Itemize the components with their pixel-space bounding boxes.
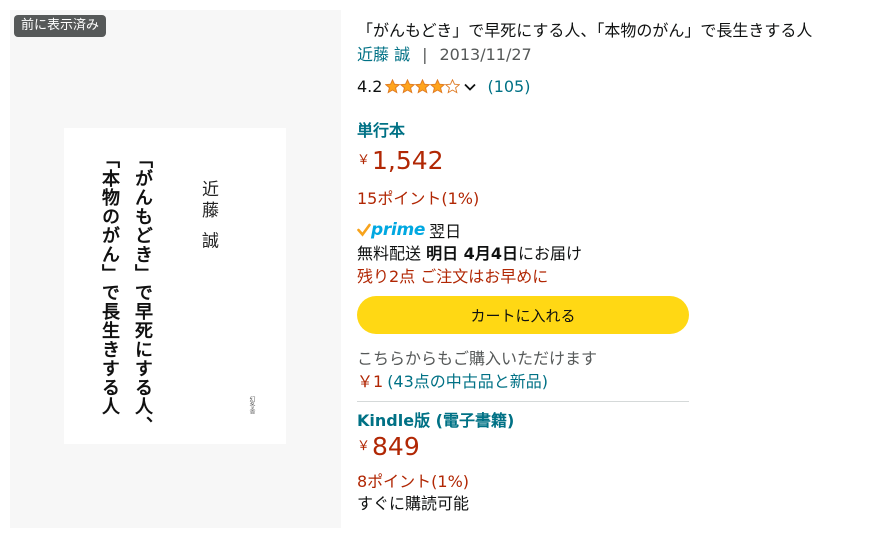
- kindle-availability: すぐに購読可能: [357, 494, 470, 513]
- format-kindle-link[interactable]: Kindle版 (電子書籍): [357, 407, 514, 431]
- star-icon: [430, 79, 446, 94]
- currency-symbol: ￥: [357, 153, 371, 168]
- author-link[interactable]: 近藤 誠: [357, 45, 410, 64]
- star-icon: [400, 79, 416, 94]
- byline: 近藤 誠 | 2013/11/27: [357, 41, 532, 65]
- star-icon: [415, 79, 431, 94]
- star-rating[interactable]: [385, 79, 461, 94]
- other-offers-label: こちらからもご購入いただけます: [357, 349, 598, 368]
- divider: [357, 401, 689, 402]
- kindle-price[interactable]: ￥849: [357, 432, 420, 461]
- cover-publisher: 幻冬舎: [248, 396, 255, 414]
- add-to-cart-button[interactable]: カートに入れる: [357, 296, 689, 334]
- delivery-info: 無料配送 明日 4月4日にお届け: [357, 240, 582, 264]
- publish-date: 2013/11/27: [439, 45, 532, 64]
- prime-delivery-day: 翌日: [429, 222, 462, 241]
- delivery-date: 明日 4月4日: [426, 244, 518, 263]
- prime-label: prime: [371, 220, 426, 240]
- rating-row: 4.2 (105): [357, 77, 530, 96]
- byline-separator: |: [422, 45, 428, 64]
- currency-symbol: ￥: [357, 439, 371, 454]
- viewed-badge: 前に表示済み: [14, 15, 107, 37]
- kindle-points: 8ポイント(1%): [357, 472, 470, 491]
- other-offers-link[interactable]: (43点の中古品と新品): [387, 372, 548, 391]
- prime-row: prime 翌日: [357, 218, 461, 242]
- product-title[interactable]: 「がんもどき」で早死にする人、「本物のがん」で長生きする人: [357, 17, 812, 41]
- review-count-link[interactable]: (105): [487, 77, 530, 96]
- paperback-price[interactable]: ￥1,542: [357, 146, 444, 175]
- cover-title-line-2: 「本物のがん」で長生きする人: [99, 150, 120, 416]
- price-value: 1,542: [372, 146, 444, 175]
- paperback-points: 15ポイント(1%): [357, 189, 480, 208]
- rating-value: 4.2: [357, 77, 383, 96]
- star-icon: [445, 79, 461, 94]
- other-offers-price: ￥1: [357, 372, 384, 391]
- cover-author: 近藤 誠: [198, 180, 218, 253]
- star-icon: [385, 79, 401, 94]
- delivery-prefix: 無料配送: [357, 244, 422, 263]
- chevron-down-icon[interactable]: [463, 80, 477, 94]
- format-paperback-link[interactable]: 単行本: [357, 117, 405, 141]
- prime-check-icon: [357, 223, 371, 237]
- delivery-suffix: にお届け: [517, 244, 582, 263]
- prime-logo: prime: [357, 220, 425, 240]
- other-offers: ￥1 (43点の中古品と新品): [357, 368, 548, 392]
- price-value: 849: [372, 432, 420, 461]
- stock-warning: 残り2点 ご注文はお早めに: [357, 267, 549, 286]
- cover-title-line-1: 「がんもどき」で早死にする人、: [132, 150, 153, 435]
